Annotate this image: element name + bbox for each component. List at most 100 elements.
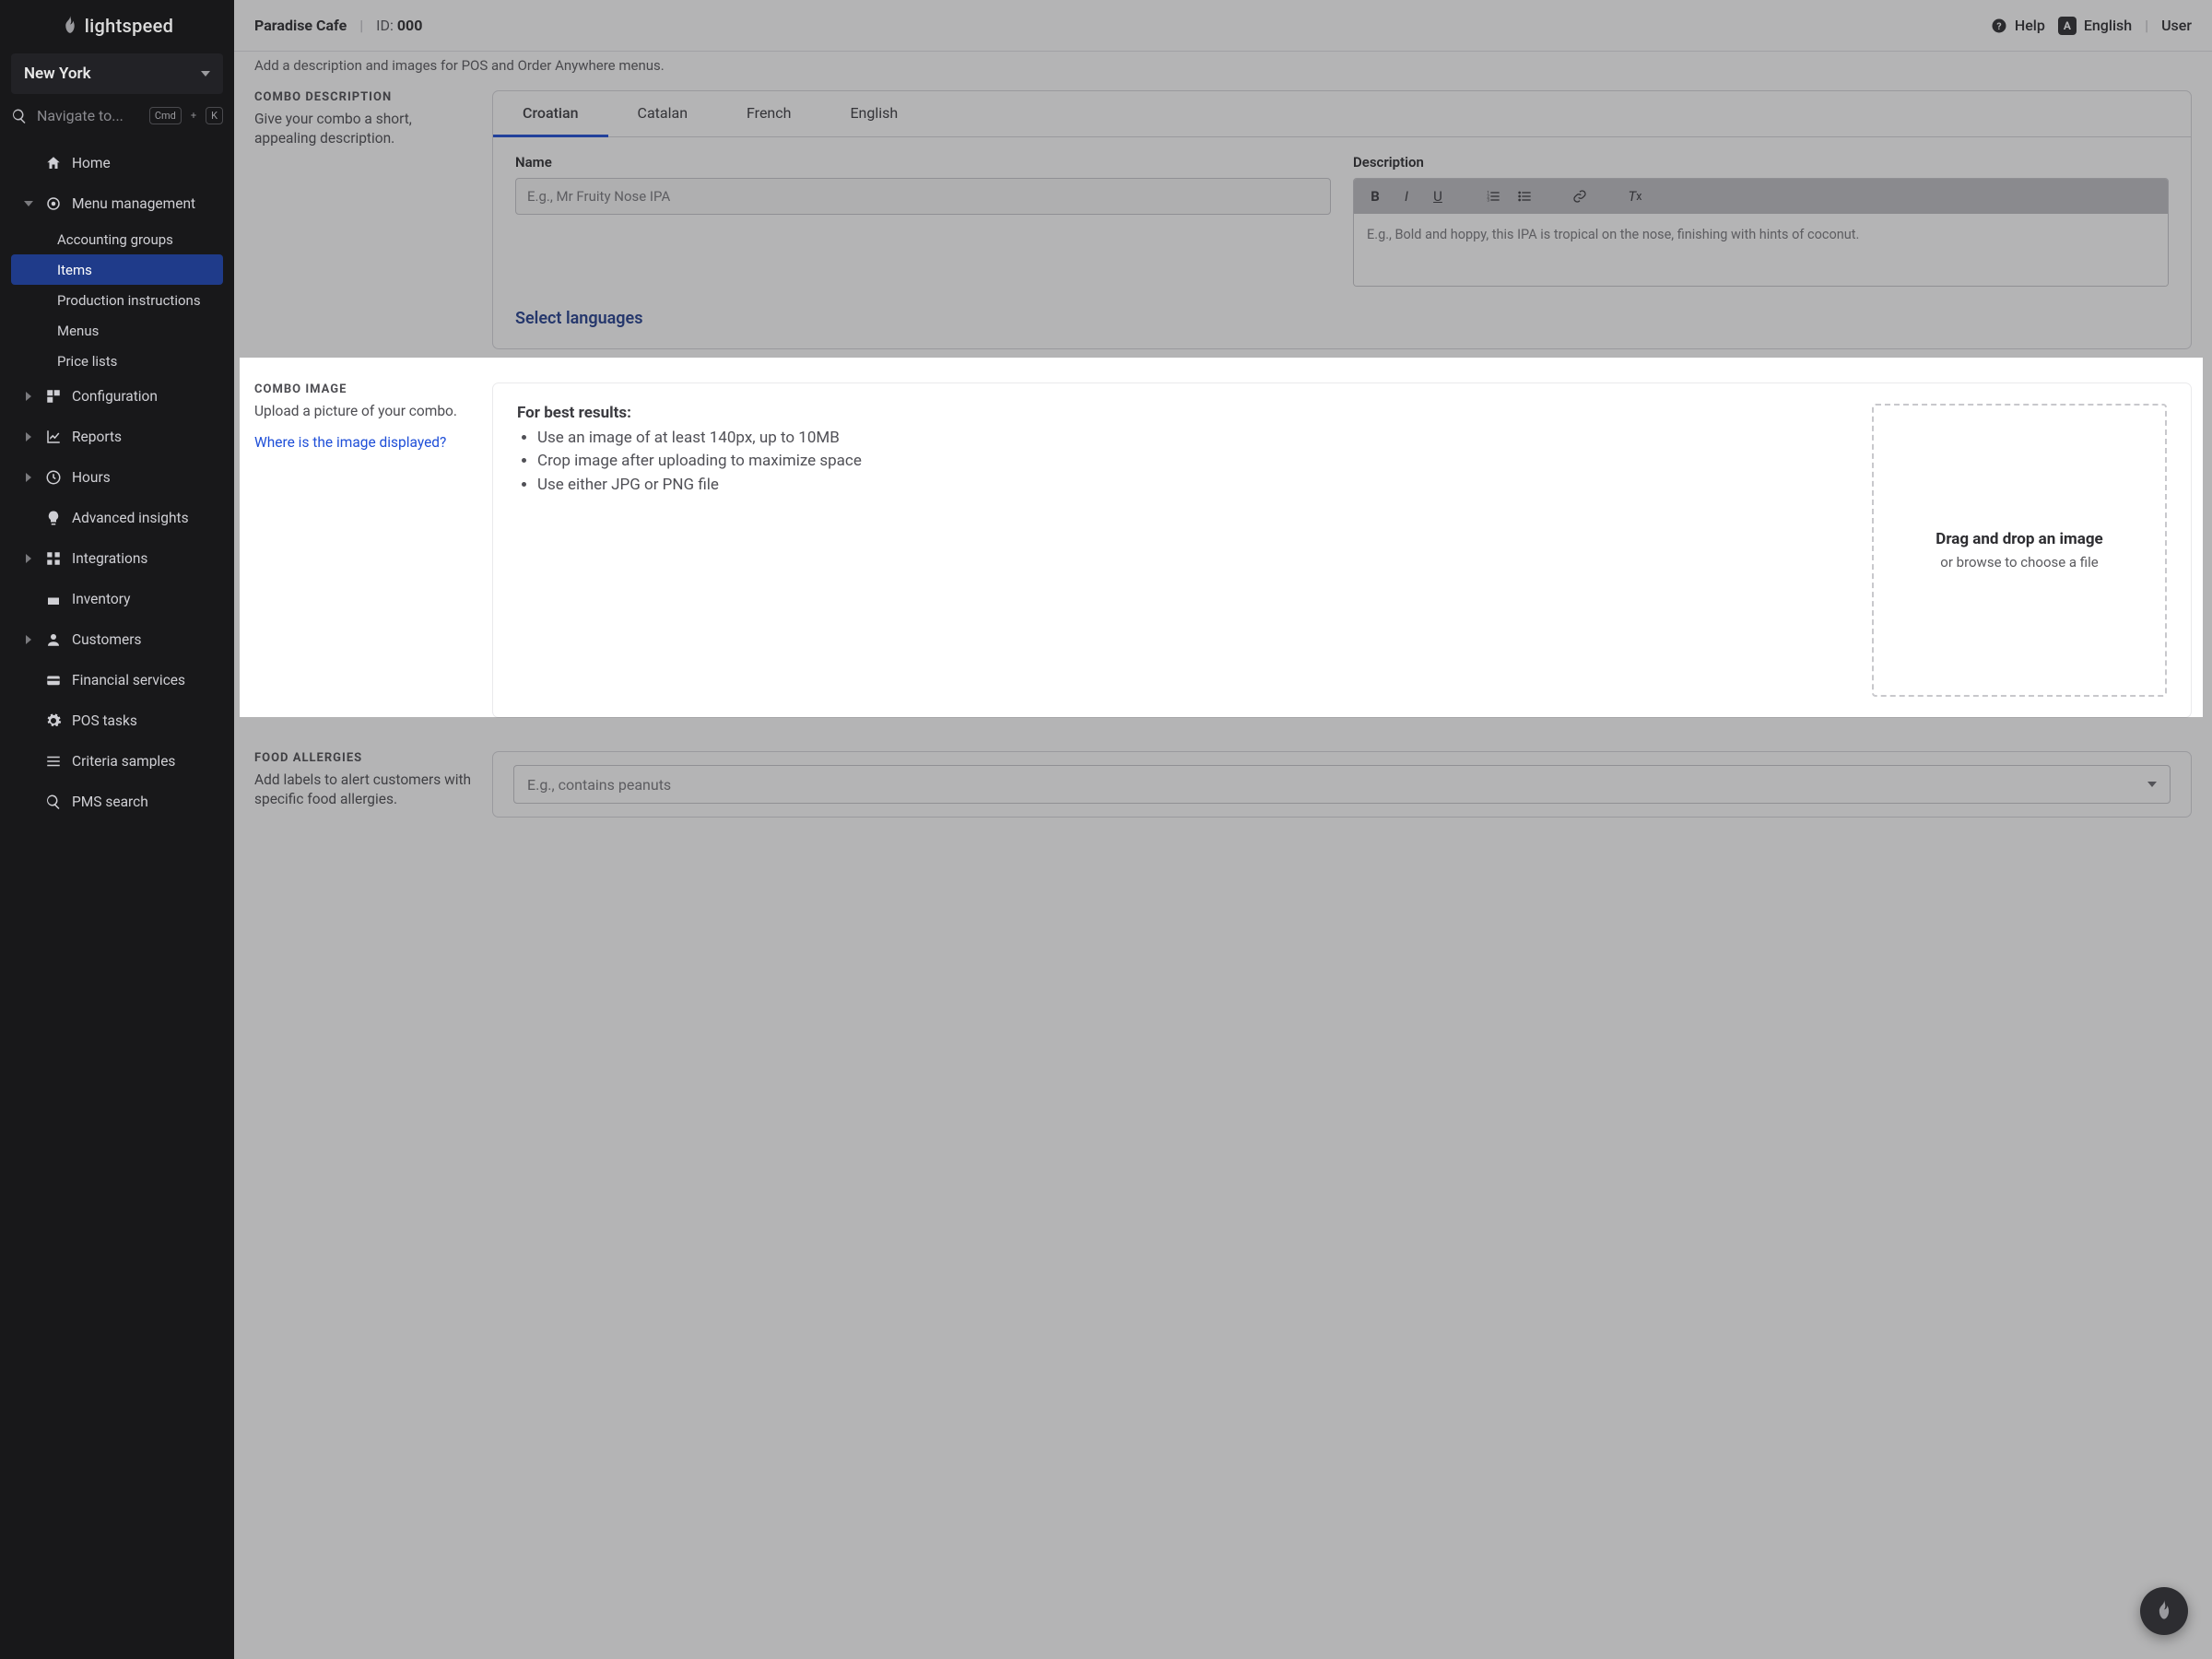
image-location-link[interactable]: Where is the image displayed? <box>254 434 446 451</box>
name-label: Name <box>515 154 1331 171</box>
main: Paradise Cafe | ID: 000 ? Help A English… <box>234 0 2212 1659</box>
nav-configuration[interactable]: Configuration <box>0 376 234 417</box>
chevron-down-icon <box>201 71 210 76</box>
menu-icon <box>44 195 63 212</box>
nav-integrations-group: Integrations <box>0 538 234 579</box>
guidelines-lead: For best results: <box>517 404 1844 422</box>
nav-home-label: Home <box>72 155 111 171</box>
name-input[interactable] <box>515 178 1331 215</box>
nav-hours-group: Hours <box>0 457 234 498</box>
id-value: 000 <box>397 17 423 34</box>
nav-menus-label: Menus <box>57 323 99 339</box>
tab-catalan[interactable]: Catalan <box>608 91 717 136</box>
nav-financial-services[interactable]: Financial services <box>0 660 234 700</box>
nav-criteria-samples[interactable]: Criteria samples <box>0 741 234 782</box>
description-placeholder: E.g., Bold and hoppy, this IPA is tropic… <box>1367 227 1859 242</box>
clear-format-button[interactable]: Tx <box>1619 182 1651 210</box>
topbar: Paradise Cafe | ID: 000 ? Help A English… <box>234 0 2212 52</box>
chevron-icon <box>26 473 31 482</box>
nav-reports[interactable]: Reports <box>0 417 234 457</box>
link-button[interactable] <box>1564 182 1595 210</box>
chevron-icon <box>26 554 31 563</box>
ordered-list-button[interactable]: 123 <box>1477 182 1509 210</box>
underline-button[interactable]: U <box>1422 182 1453 210</box>
brand-text: lightspeed <box>85 15 174 37</box>
language-tabs: Croatian Catalan French English <box>493 91 2191 137</box>
location-name: New York <box>24 65 91 83</box>
user-label: User <box>2161 17 2192 34</box>
guideline-3: Use either JPG or PNG file <box>537 475 1844 496</box>
allergies-heading: FOOD ALLERGIES <box>254 751 472 765</box>
description-textarea[interactable]: E.g., Bold and hoppy, this IPA is tropic… <box>1354 214 2168 286</box>
image-dropzone[interactable]: Drag and drop an image or browse to choo… <box>1872 404 2167 697</box>
content-scroll[interactable]: Add a description and images for POS and… <box>234 52 2212 1659</box>
unordered-list-button[interactable] <box>1509 182 1540 210</box>
user-icon <box>44 631 63 648</box>
nav-menus[interactable]: Menus <box>11 315 223 346</box>
tab-english[interactable]: English <box>820 91 927 136</box>
allergies-side: FOOD ALLERGIES Add labels to alert custo… <box>254 751 472 818</box>
chevron-down-icon <box>2147 782 2157 787</box>
help-label: Help <box>2015 17 2045 34</box>
dropzone-title: Drag and drop an image <box>1936 530 2102 548</box>
nav-pos-tasks[interactable]: POS tasks <box>0 700 234 741</box>
flame-icon <box>2154 1600 2174 1622</box>
help-link[interactable]: ? Help <box>1991 17 2045 34</box>
nav-integrations[interactable]: Integrations <box>0 538 234 579</box>
assistant-fab[interactable] <box>2140 1587 2188 1635</box>
nav-price-lists[interactable]: Price lists <box>11 346 223 376</box>
sidebar: lightspeed New York Navigate to... Cmd +… <box>0 0 234 1659</box>
combo-image-side: COMBO IMAGE Upload a picture of your com… <box>254 382 472 718</box>
nav-integrations-label: Integrations <box>72 550 147 567</box>
nav-accounting-groups[interactable]: Accounting groups <box>11 224 223 254</box>
description-editor: B I U 123 Tx E.g., Bol <box>1353 178 2169 287</box>
allergies-placeholder: E.g., contains peanuts <box>527 776 671 794</box>
description-label: Description <box>1353 154 2169 171</box>
nav-accounting-label: Accounting groups <box>57 231 173 248</box>
brand-logo: lightspeed <box>0 0 234 53</box>
bold-button[interactable]: B <box>1359 182 1391 210</box>
nav-inventory-label: Inventory <box>72 591 130 607</box>
search-icon <box>44 794 63 810</box>
nav-pms-label: PMS search <box>72 794 148 810</box>
nav-criteria-label: Criteria samples <box>72 753 175 770</box>
nav-production-instructions[interactable]: Production instructions <box>11 285 223 315</box>
section-food-allergies: FOOD ALLERGIES Add labels to alert custo… <box>234 735 2212 834</box>
allergies-select[interactable]: E.g., contains peanuts <box>513 765 2171 804</box>
nav-items[interactable]: Items <box>11 254 223 285</box>
user-menu[interactable]: User <box>2161 17 2192 34</box>
description-field: Description B I U 123 <box>1353 154 2169 287</box>
combo-description-body: Name Description B I U 123 <box>493 137 2191 307</box>
business-name: Paradise Cafe <box>254 17 347 34</box>
nav-customers[interactable]: Customers <box>0 619 234 660</box>
nav-menu-management[interactable]: Menu management <box>0 183 234 224</box>
sliders-icon <box>44 388 63 405</box>
kbd-plus: + <box>191 110 196 122</box>
select-languages-link[interactable]: Select languages <box>493 307 2191 348</box>
nav-hours-label: Hours <box>72 469 111 486</box>
chart-icon <box>44 429 63 445</box>
nav-menu-management-group: Menu management Accounting groups Items … <box>0 183 234 376</box>
language-selector[interactable]: A English <box>2058 17 2132 35</box>
nav-search[interactable]: Navigate to... Cmd + K <box>11 107 223 124</box>
nav-home[interactable]: Home <box>0 143 234 183</box>
tab-croatian[interactable]: Croatian <box>493 91 608 137</box>
combo-description-panel: Croatian Catalan French English Name Des… <box>492 90 2192 349</box>
nav-pms-search[interactable]: PMS search <box>0 782 234 822</box>
nav-postasks-label: POS tasks <box>72 712 137 729</box>
nav-advanced-insights[interactable]: Advanced insights <box>0 498 234 538</box>
nav-inventory[interactable]: Inventory <box>0 579 234 619</box>
id-label: ID: <box>376 17 397 34</box>
nav-menu-management-label: Menu management <box>72 195 195 212</box>
tab-croatian-label: Croatian <box>523 104 579 122</box>
nav-hours[interactable]: Hours <box>0 457 234 498</box>
language-label: English <box>2084 17 2132 34</box>
tab-french[interactable]: French <box>717 91 820 136</box>
italic-button[interactable]: I <box>1391 182 1422 210</box>
location-selector[interactable]: New York <box>11 53 223 94</box>
help-icon: ? <box>1991 18 2007 34</box>
combo-image-sub: Upload a picture of your combo. <box>254 402 472 421</box>
nav-pricelists-label: Price lists <box>57 353 117 370</box>
combo-description-side: COMBO DESCRIPTION Give your combo a shor… <box>254 90 472 349</box>
grid-icon <box>44 550 63 567</box>
